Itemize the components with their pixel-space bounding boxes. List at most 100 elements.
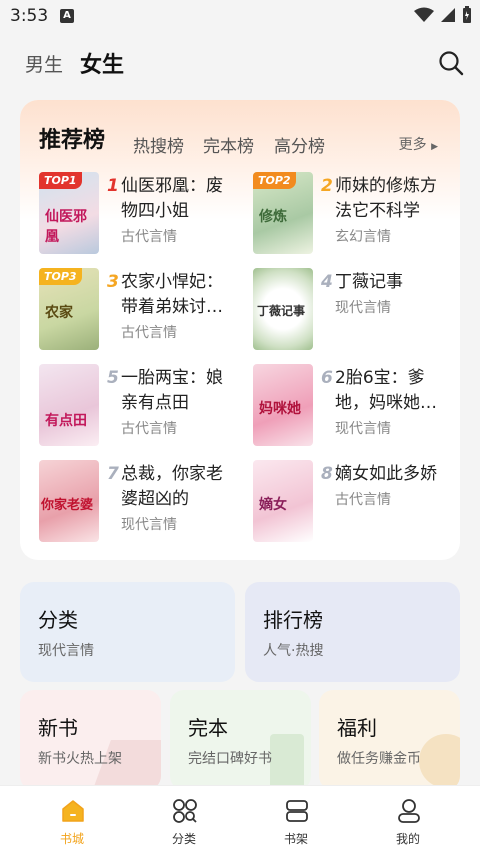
category-tile[interactable]: 分类 现代言情 — [20, 582, 235, 682]
book-genre: 现代言情 — [335, 421, 391, 437]
nav-label: 书架 — [283, 832, 308, 846]
nav-label: 我的 — [395, 832, 420, 846]
top-badge: TOP3 — [39, 268, 82, 285]
book-genre: 古代言情 — [121, 325, 177, 341]
nav-bookshelf[interactable]: 书架 — [236, 786, 356, 853]
book-title: 嫡女如此多娇 — [335, 464, 437, 484]
book-genre: 玄幻言情 — [335, 229, 391, 245]
ranking-book-5[interactable]: 有点田 5 一胎两宝：娘亲有点田 古代言情 — [39, 364, 239, 448]
book-cover: 你家老婆 — [39, 460, 99, 542]
book-genre: 古代言情 — [121, 421, 177, 437]
cover-title: 丁薇记事 — [257, 304, 306, 318]
ranking-title[interactable]: 推荐榜 — [39, 122, 105, 154]
ranking-book-2[interactable]: TOP2 修炼 2 师妹的修炼方法它不科学 玄幻言情 — [253, 172, 453, 256]
tile-decoration — [270, 734, 304, 790]
nav-category[interactable]: 分类 — [124, 786, 244, 853]
book-title: 农家小悍妃：带着弟妹讨… — [121, 272, 223, 317]
rank-number: 2 — [321, 176, 333, 196]
rewards-tile[interactable]: 福利 做任务赚金币 — [319, 690, 460, 790]
notification-icon: A — [60, 9, 74, 23]
ranking-card: 推荐榜 热搜榜 完本榜 高分榜 更多 ▶ TOP1 仙医邪凰 1 仙医邪凰：废物… — [20, 100, 460, 560]
wifi-icon — [414, 7, 434, 22]
tile-subtitle: 人气·热搜 — [263, 643, 324, 659]
coin-icon — [419, 734, 460, 788]
rank-number: 3 — [107, 272, 119, 292]
cover-title: 农家 — [45, 305, 73, 321]
bottom-nav: 书城 分类 书架 我的 — [0, 785, 480, 853]
status-time: 3:53 — [10, 6, 49, 26]
new-books-tile[interactable]: 新书 新书火热上架 — [20, 690, 161, 790]
book-cover: 丁薇记事 — [253, 268, 313, 350]
rank-number: 4 — [321, 272, 333, 292]
book-title: 师妹的修炼方法它不科学 — [335, 176, 437, 221]
tile-subtitle: 新书火热上架 — [38, 751, 122, 767]
ranking-book-8[interactable]: 嫡女 8 嫡女如此多娇 古代言情 — [253, 460, 453, 544]
book-cover: 妈咪她 — [253, 364, 313, 446]
tile-title: 分类 — [38, 608, 78, 632]
rank-number: 1 — [107, 176, 119, 196]
bookshelf-icon — [286, 800, 308, 822]
book-cover: 嫡女 — [253, 460, 313, 542]
rank-number: 6 — [321, 368, 333, 388]
gender-tabs: 男生 女生 — [0, 40, 480, 86]
book-cover: TOP1 仙医邪凰 — [39, 172, 99, 254]
cover-title: 你家老婆 — [41, 498, 94, 513]
nav-label: 分类 — [171, 832, 196, 846]
book-genre: 现代言情 — [121, 517, 177, 533]
book-title: 仙医邪凰：废物四小姐 — [121, 176, 223, 221]
tile-subtitle: 现代言情 — [38, 643, 94, 659]
ranking-book-3[interactable]: TOP3 农家 3 农家小悍妃：带着弟妹讨… 古代言情 — [39, 268, 239, 352]
book-genre: 现代言情 — [335, 300, 391, 316]
cover-title: 仙医邪凰 — [45, 209, 87, 245]
book-genre: 古代言情 — [121, 229, 177, 245]
book-cover: 有点田 — [39, 364, 99, 446]
book-genre: 古代言情 — [335, 492, 391, 508]
book-cover: TOP3 农家 — [39, 268, 99, 350]
cover-title: 修炼 — [259, 209, 287, 225]
nav-profile[interactable]: 我的 — [348, 786, 468, 853]
rank-number: 8 — [321, 464, 333, 484]
home-icon — [62, 800, 84, 822]
book-title: 丁薇记事 — [335, 272, 403, 292]
category-icon — [173, 799, 197, 823]
battery-icon — [463, 6, 471, 23]
rank-number: 7 — [107, 464, 119, 484]
tab-completed[interactable]: 完本榜 — [203, 132, 254, 157]
tile-subtitle: 完结口碑好书 — [188, 751, 272, 767]
ranking-book-6[interactable]: 妈咪她 6 2胎6宝：爹地，妈咪她… 现代言情 — [253, 364, 453, 448]
tab-hot-search[interactable]: 热搜榜 — [133, 132, 184, 157]
more-label: 更多 — [398, 137, 427, 153]
cover-title: 妈咪她 — [259, 401, 301, 417]
signal-icon — [441, 8, 455, 22]
tile-title: 福利 — [337, 716, 377, 740]
nav-label: 书城 — [59, 832, 84, 846]
cover-title: 有点田 — [45, 413, 87, 429]
more-link[interactable]: 更多 ▶ — [399, 134, 438, 154]
book-title: 一胎两宝：娘亲有点田 — [121, 368, 223, 413]
profile-icon — [398, 799, 420, 823]
tile-title: 排行榜 — [263, 608, 323, 632]
ranking-book-4[interactable]: 丁薇记事 4 丁薇记事 现代言情 — [253, 268, 453, 352]
system-icons — [414, 6, 472, 24]
tab-high-score[interactable]: 高分榜 — [274, 132, 325, 157]
tile-title: 新书 — [38, 716, 78, 740]
completed-tile[interactable]: 完本 完结口碑好书 — [170, 690, 311, 790]
tab-female[interactable]: 女生 — [80, 47, 124, 79]
search-icon[interactable] — [438, 50, 464, 76]
nav-bookstore[interactable]: 书城 — [12, 786, 132, 853]
book-title: 总裁，你家老婆超凶的 — [121, 464, 223, 509]
tab-male[interactable]: 男生 — [25, 50, 63, 77]
book-title: 2胎6宝：爹地，妈咪她… — [335, 368, 437, 413]
ranking-book-1[interactable]: TOP1 仙医邪凰 1 仙医邪凰：废物四小姐 古代言情 — [39, 172, 239, 256]
caret-right-icon: ▶ — [431, 142, 438, 152]
ranking-tile[interactable]: 排行榜 人气·热搜 — [245, 582, 460, 682]
tile-title: 完本 — [188, 716, 228, 740]
cover-title: 嫡女 — [259, 497, 287, 513]
rank-number: 5 — [107, 368, 119, 388]
top-badge: TOP1 — [39, 172, 82, 189]
tile-subtitle: 做任务赚金币 — [337, 751, 421, 767]
top-badge: TOP2 — [253, 172, 296, 189]
status-bar: 3:53 A — [0, 0, 480, 34]
ranking-book-7[interactable]: 你家老婆 7 总裁，你家老婆超凶的 现代言情 — [39, 460, 239, 544]
book-cover: TOP2 修炼 — [253, 172, 313, 254]
